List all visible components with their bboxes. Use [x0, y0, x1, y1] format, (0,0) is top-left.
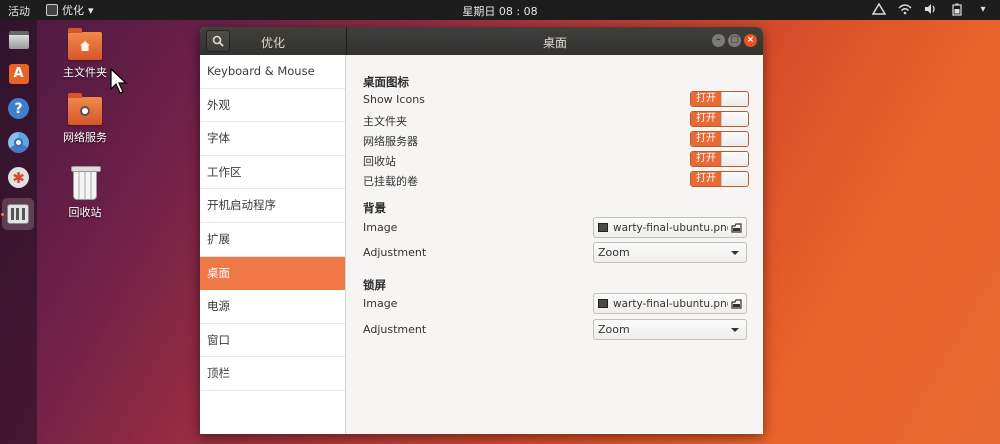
background-adjustment-label: Adjustment [363, 246, 427, 259]
section-title-desktop-icons: 桌面图标 [363, 75, 409, 89]
tweaks-app-icon [46, 4, 58, 16]
image-file-icon [598, 223, 608, 232]
top-bar: 活动 优化 ▾ 星期日 08 : 08 ▾ [0, 0, 1000, 20]
sidebar-item-top-bar[interactable]: 顶栏 [200, 357, 345, 391]
wifi-icon[interactable] [898, 2, 912, 16]
app-menu-label: 优化 [62, 4, 84, 17]
network-servers-toggle[interactable]: 打开 [690, 131, 749, 147]
background-image-label: Image [363, 221, 398, 234]
trash-toggle[interactable]: 打开 [690, 151, 749, 167]
settings-icon: ✱ [8, 167, 29, 188]
maximize-button[interactable]: □ [728, 34, 741, 47]
sidebar: Keyboard & Mouse 外观 字体 工作区 开机启动程序 扩展 桌面 … [200, 55, 346, 434]
setting-label: 网络服务器 [363, 135, 418, 148]
help-icon: ? [8, 98, 29, 119]
sidebar-item-power[interactable]: 电源 [200, 290, 345, 324]
home-folder-icon [68, 28, 102, 60]
sidebar-item-appearance[interactable]: 外观 [200, 89, 345, 123]
setting-label: 已挂载的卷 [363, 175, 418, 188]
section-title-lockscreen: 锁屏 [363, 278, 386, 292]
files-icon [8, 30, 29, 49]
tweaks-icon [7, 204, 29, 224]
dock-browser[interactable] [5, 129, 32, 156]
desktop-icon-network[interactable]: 网络服务 [50, 93, 120, 145]
dock-files[interactable] [5, 26, 32, 53]
window-title: 桌面 [542, 36, 567, 50]
tweaks-window: 优化 桌面 – □ × Keyboard & Mouse 外观 字体 工作区 开… [200, 27, 763, 434]
chevron-down-icon [731, 327, 739, 332]
lockscreen-image-label: Image [363, 297, 398, 310]
browser-icon [8, 132, 29, 153]
dock: A ? ✱ [0, 20, 37, 444]
battery-icon[interactable] [950, 2, 964, 16]
sidebar-item-fonts[interactable]: 字体 [200, 122, 345, 156]
sidebar-item-workspaces[interactable]: 工作区 [200, 156, 345, 190]
setting-label: 主文件夹 [363, 115, 407, 128]
background-adjustment-select[interactable]: Zoom [593, 242, 747, 263]
window-header[interactable]: 优化 桌面 – □ × [200, 27, 763, 55]
section-title-background: 背景 [363, 201, 386, 215]
setting-label: 回收站 [363, 155, 396, 168]
close-button[interactable]: × [744, 34, 757, 47]
input-method-icon[interactable] [872, 2, 886, 16]
running-indicator [1, 213, 4, 216]
dock-settings[interactable]: ✱ [5, 164, 32, 191]
lockscreen-image-chooser[interactable]: warty-final-ubuntu.png [593, 293, 747, 314]
lockscreen-adjustment-select[interactable]: Zoom [593, 319, 747, 340]
sidebar-item-desktop[interactable]: 桌面 [200, 256, 345, 291]
sidebar-item-keyboard-mouse[interactable]: Keyboard & Mouse [200, 55, 345, 89]
sidebar-item-startup-apps[interactable]: 开机启动程序 [200, 189, 345, 223]
open-document-icon [731, 222, 742, 233]
main-content: 桌面图标 Show Icons 打开 主文件夹 打开 网络服务器 打开 回收站 … [347, 55, 763, 434]
app-menu[interactable]: 优化 ▾ [46, 2, 94, 18]
desktop-icon-trash[interactable]: 回收站 [50, 166, 120, 220]
activities-button[interactable]: 活动 [8, 3, 30, 19]
image-file-icon [598, 299, 608, 308]
chevron-down-icon [731, 250, 739, 255]
system-menu-chevron-icon[interactable]: ▾ [976, 2, 990, 16]
sidebar-title: 优化 [260, 36, 285, 50]
network-folder-icon [68, 93, 102, 125]
desktop-icon-label: 网络服务 [63, 131, 107, 144]
dock-tweaks[interactable] [2, 198, 34, 230]
minimize-button[interactable]: – [712, 34, 725, 47]
dock-help[interactable]: ? [5, 95, 32, 122]
home-folder-toggle[interactable]: 打开 [690, 111, 749, 127]
desktop-icon-label: 回收站 [68, 206, 102, 219]
setting-label: Show Icons [363, 93, 425, 106]
sidebar-item-extensions[interactable]: 扩展 [200, 223, 345, 257]
mounted-volumes-toggle[interactable]: 打开 [690, 171, 749, 187]
open-document-icon [731, 298, 742, 309]
lockscreen-adjustment-label: Adjustment [363, 323, 427, 336]
dock-software[interactable]: A [5, 60, 32, 87]
show-icons-toggle[interactable]: 打开 [690, 91, 749, 107]
background-image-chooser[interactable]: warty-final-ubuntu.png [593, 217, 747, 238]
chevron-down-icon: ▾ [88, 3, 94, 17]
volume-icon[interactable] [924, 2, 938, 16]
trash-icon [71, 166, 101, 200]
system-tray[interactable]: ▾ [872, 2, 990, 16]
sidebar-item-windows[interactable]: 窗口 [200, 324, 345, 358]
software-store-icon: A [8, 63, 29, 84]
clock[interactable]: 星期日 08 : 08 [462, 5, 537, 18]
